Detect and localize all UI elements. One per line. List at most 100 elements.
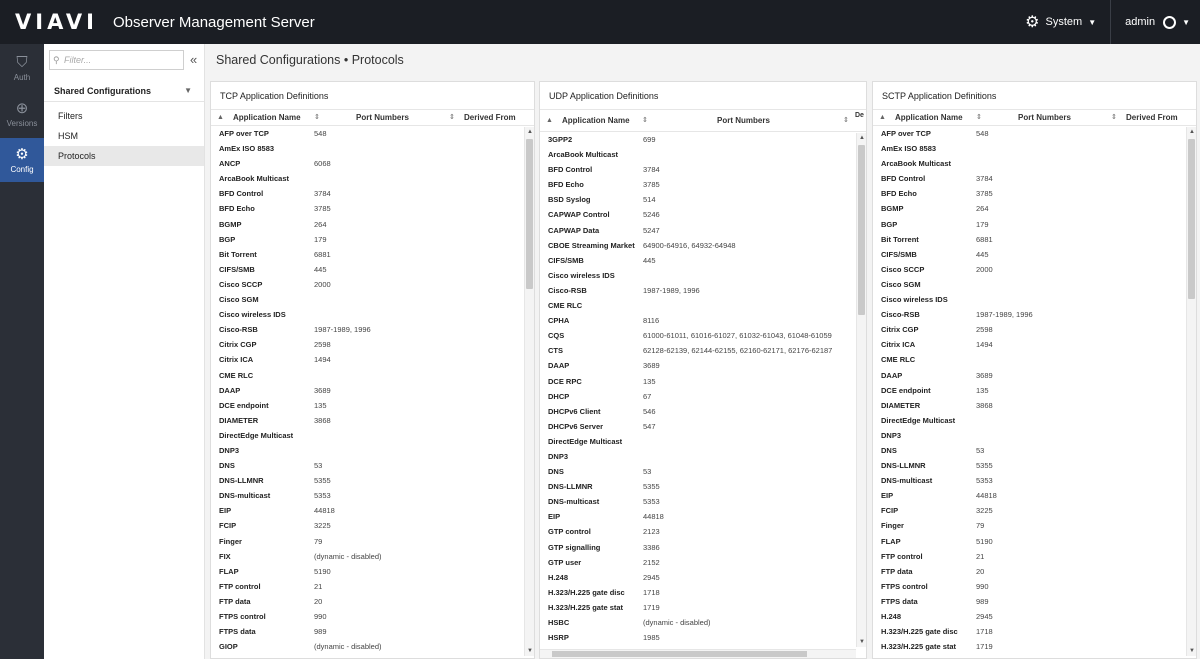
table-row[interactable]: 3GPP2 699 bbox=[540, 132, 866, 147]
table-row[interactable]: DirectEdge Multicast bbox=[540, 434, 866, 449]
table-row[interactable]: BGP 179 bbox=[211, 232, 534, 247]
vertical-scrollbar[interactable]: ▲ ▼ bbox=[856, 133, 866, 647]
table-row[interactable]: DNS 53 bbox=[211, 458, 534, 473]
vertical-scrollbar[interactable]: ▲ ▼ bbox=[524, 127, 534, 656]
table-row[interactable]: DNP3 bbox=[540, 449, 866, 464]
system-menu[interactable]: ⚙ System ▼ bbox=[1025, 12, 1096, 32]
table-row[interactable]: BGMP 264 bbox=[873, 201, 1196, 216]
column-header-ports[interactable]: Port Numbers bbox=[717, 110, 770, 132]
table-row[interactable]: CIFS/SMB 445 bbox=[211, 262, 534, 277]
table-row[interactable]: CPHA 8116 bbox=[540, 313, 866, 328]
table-row[interactable]: DirectEdge Multicast bbox=[873, 413, 1196, 428]
table-row[interactable]: CTS 62128-62139, 62144-62155, 62160-62171… bbox=[540, 343, 866, 358]
table-row[interactable]: FTP data 20 bbox=[211, 594, 534, 609]
table-row[interactable]: H.248 2945 bbox=[873, 609, 1196, 624]
table-row[interactable]: Cisco-RSB 1987-1989, 1996 bbox=[873, 307, 1196, 322]
collapse-nav-button[interactable]: « bbox=[190, 52, 197, 67]
table-row[interactable]: BFD Control 3784 bbox=[211, 186, 534, 201]
table-row[interactable]: BSD Syslog 514 bbox=[540, 192, 866, 207]
table-row[interactable]: Cisco wireless IDS bbox=[211, 307, 534, 322]
scroll-thumb[interactable] bbox=[552, 651, 807, 657]
column-header-name[interactable]: Application Name bbox=[562, 110, 630, 132]
horizontal-scrollbar[interactable] bbox=[540, 649, 856, 658]
table-row[interactable]: DNS-multicast 5353 bbox=[540, 494, 866, 509]
table-row[interactable]: FTP control 21 bbox=[211, 579, 534, 594]
column-header-derived[interactable]: De Fr bbox=[855, 110, 866, 121]
table-row[interactable]: ArcaBook Multicast bbox=[211, 171, 534, 186]
nav-item-hsm[interactable]: HSM bbox=[44, 126, 204, 146]
table-row[interactable]: DNS 53 bbox=[540, 464, 866, 479]
table-row[interactable]: BFD Echo 3785 bbox=[873, 186, 1196, 201]
rail-item-config[interactable]: ⚙ Config bbox=[0, 138, 44, 182]
table-row[interactable]: AFP over TCP 548 bbox=[873, 126, 1196, 141]
table-row[interactable]: AmEx ISO 8583 bbox=[211, 141, 534, 156]
table-row[interactable]: CQS 61000-61011, 61016-61027, 61032-61043… bbox=[540, 328, 866, 343]
scroll-thumb[interactable] bbox=[1188, 139, 1195, 299]
vertical-scrollbar[interactable]: ▲ ▼ bbox=[1186, 127, 1196, 656]
scroll-thumb[interactable] bbox=[858, 145, 865, 315]
table-row[interactable]: DNS-multicast 5353 bbox=[211, 488, 534, 503]
table-row[interactable]: GIOP (dynamic - disabled) bbox=[211, 639, 534, 654]
table-row[interactable]: CAPWAP Control 5246 bbox=[540, 207, 866, 222]
filter-input[interactable]: ⚲ Filter... bbox=[49, 50, 184, 70]
table-row[interactable]: H.323/H.225 gate disc 1718 bbox=[540, 585, 866, 600]
table-row[interactable]: DIAMETER 3868 bbox=[211, 413, 534, 428]
table-row[interactable]: Cisco SCCP 2000 bbox=[873, 262, 1196, 277]
table-row[interactable]: HSRP 1985 bbox=[540, 630, 866, 645]
table-row[interactable]: DNP3 bbox=[873, 428, 1196, 443]
table-row[interactable]: BGP 179 bbox=[873, 217, 1196, 232]
table-row[interactable]: DNS-LLMNR 5355 bbox=[540, 479, 866, 494]
table-row[interactable]: BFD Control 3784 bbox=[540, 162, 866, 177]
table-row[interactable]: CBOE Streaming Market 64900-64916, 64932-… bbox=[540, 238, 866, 253]
table-row[interactable]: DCE RPC 135 bbox=[540, 374, 866, 389]
table-row[interactable]: Finger 79 bbox=[873, 518, 1196, 533]
table-row[interactable]: CIFS/SMB 445 bbox=[873, 247, 1196, 262]
column-header-ports[interactable]: Port Numbers bbox=[356, 110, 409, 126]
table-row[interactable]: FTP data 20 bbox=[873, 564, 1196, 579]
nav-item-protocols[interactable]: Protocols bbox=[44, 146, 204, 166]
table-row[interactable]: Cisco-RSB 1987-1989, 1996 bbox=[211, 322, 534, 337]
table-row[interactable]: BGMP 264 bbox=[211, 217, 534, 232]
table-row[interactable]: FLAP 5190 bbox=[873, 534, 1196, 549]
table-row[interactable]: CME RLC bbox=[540, 298, 866, 313]
nav-section-header[interactable]: Shared Configurations ▼ bbox=[44, 80, 204, 102]
table-row[interactable]: Citrix CGP 2598 bbox=[211, 337, 534, 352]
user-menu[interactable]: admin ▼ bbox=[1125, 15, 1190, 29]
table-row[interactable]: FTP control 21 bbox=[873, 549, 1196, 564]
table-row[interactable]: Cisco wireless IDS bbox=[873, 292, 1196, 307]
rail-item-auth[interactable]: ⛉ Auth bbox=[0, 46, 44, 90]
table-row[interactable]: Bit Torrent 6881 bbox=[211, 247, 534, 262]
nav-item-filters[interactable]: Filters bbox=[44, 106, 204, 126]
table-row[interactable]: CME RLC bbox=[211, 368, 534, 383]
scroll-thumb[interactable] bbox=[526, 139, 533, 289]
table-row[interactable]: FCIP 3225 bbox=[873, 503, 1196, 518]
table-row[interactable]: GTP user 2152 bbox=[540, 555, 866, 570]
table-row[interactable]: DAAP 3689 bbox=[211, 383, 534, 398]
table-row[interactable]: DHCP 67 bbox=[540, 389, 866, 404]
column-header-name[interactable]: Application Name bbox=[233, 110, 301, 126]
table-row[interactable]: DNS 53 bbox=[873, 443, 1196, 458]
table-row[interactable]: Finger 79 bbox=[211, 534, 534, 549]
table-row[interactable]: DCE endpoint 135 bbox=[873, 383, 1196, 398]
table-row[interactable]: DHCPv6 Client 546 bbox=[540, 404, 866, 419]
column-header-name[interactable]: Application Name bbox=[895, 110, 963, 126]
table-row[interactable]: EIP 44818 bbox=[211, 503, 534, 518]
table-row[interactable]: CAPWAP Data 5247 bbox=[540, 223, 866, 238]
table-row[interactable]: DIAMETER 3868 bbox=[873, 398, 1196, 413]
table-row[interactable]: DCE endpoint 135 bbox=[211, 398, 534, 413]
column-header-derived[interactable]: Derived From bbox=[1126, 110, 1178, 126]
table-row[interactable]: H.323/H.225 gate disc 1718 bbox=[873, 624, 1196, 639]
table-row[interactable]: Bit Torrent 6881 bbox=[873, 232, 1196, 247]
table-row[interactable]: DAAP 3689 bbox=[873, 368, 1196, 383]
table-row[interactable]: DirectEdge Multicast bbox=[211, 428, 534, 443]
table-row[interactable]: EIP 44818 bbox=[873, 488, 1196, 503]
table-row[interactable]: Citrix CGP 2598 bbox=[873, 322, 1196, 337]
table-row[interactable]: Cisco wireless IDS bbox=[540, 268, 866, 283]
column-header-derived[interactable]: Derived From bbox=[464, 110, 516, 126]
table-row[interactable]: ANCP 6068 bbox=[211, 156, 534, 171]
table-row[interactable]: H.248 2945 bbox=[540, 570, 866, 585]
table-row[interactable]: FTPS data 989 bbox=[211, 624, 534, 639]
table-row[interactable]: BFD Echo 3785 bbox=[540, 177, 866, 192]
table-row[interactable]: DAAP 3689 bbox=[540, 358, 866, 373]
rail-item-versions[interactable]: ⊕ Versions bbox=[0, 92, 44, 136]
